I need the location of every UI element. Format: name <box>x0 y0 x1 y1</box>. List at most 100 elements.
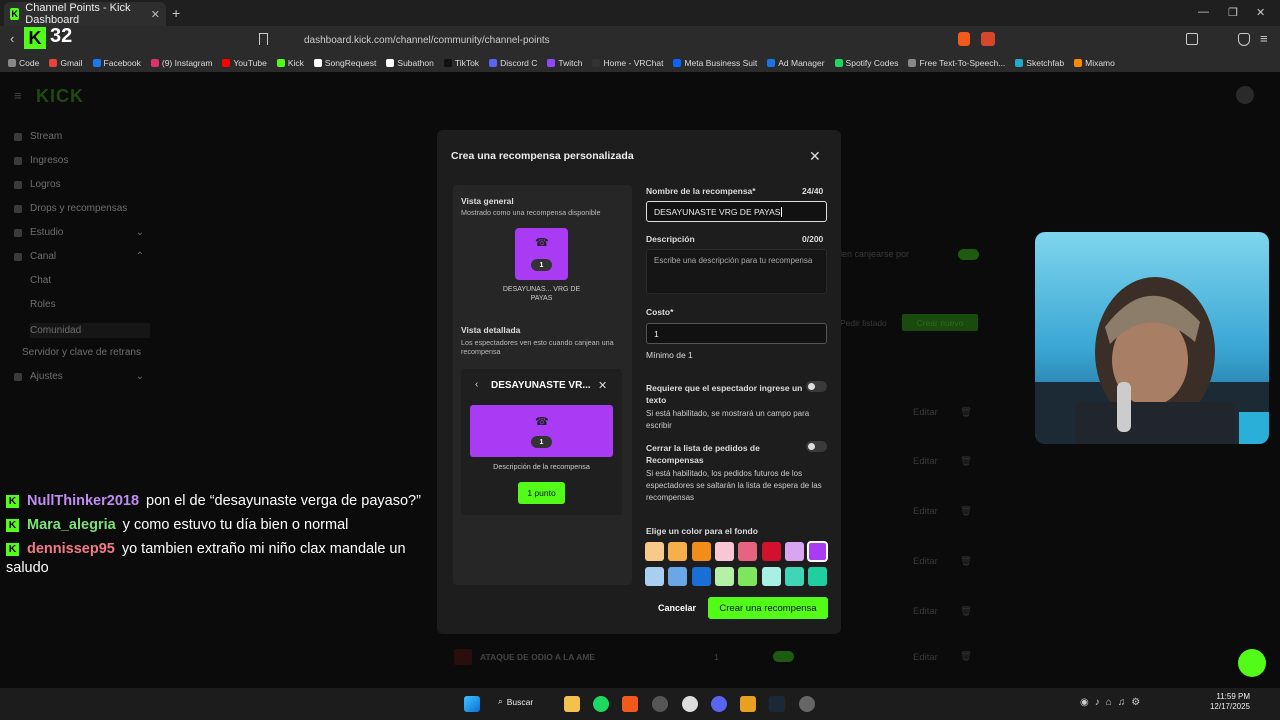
sidebar-item[interactable]: Servidor y clave de retrans <box>22 347 152 358</box>
description-textarea[interactable]: Escribe una descripción para tu recompen… <box>646 249 827 294</box>
sidebar-item[interactable]: Drops y recompensas <box>14 203 144 214</box>
color-swatch[interactable] <box>738 542 758 561</box>
color-swatch[interactable] <box>691 567 711 586</box>
sidebar-item[interactable]: Ingresos <box>14 155 144 166</box>
bookmark-item[interactable]: TikTok <box>443 58 479 68</box>
bookmark-item[interactable]: Meta Business Suit <box>673 58 757 68</box>
hamburger-icon[interactable]: ≡ <box>14 88 22 103</box>
color-swatch[interactable] <box>691 542 711 561</box>
edit-button[interactable]: Editar <box>913 652 938 663</box>
kick-extension-icon[interactable]: K <box>24 27 46 49</box>
edit-button[interactable]: Editar <box>913 556 938 567</box>
color-swatch[interactable] <box>645 567 664 586</box>
edit-button[interactable]: Editar <box>913 506 938 517</box>
windows-start-icon[interactable] <box>464 696 480 712</box>
settings-icon[interactable] <box>799 696 815 712</box>
bookmark-item[interactable]: Ad Manager <box>767 58 825 68</box>
close-icon[interactable]: ✕ <box>809 148 821 165</box>
discord-icon[interactable] <box>711 696 727 712</box>
edit-button[interactable]: Editar <box>913 606 938 617</box>
sidebar-item[interactable]: Comunidad <box>30 323 150 338</box>
obs-icon[interactable] <box>682 696 698 712</box>
file-explorer-icon[interactable] <box>564 696 580 712</box>
sidebar-item[interactable]: Estudio ⌄ <box>14 227 144 238</box>
bookmark-item[interactable]: Free Text-To-Speech... <box>908 58 1005 68</box>
trash-icon[interactable]: 🗑 <box>960 506 972 517</box>
brave-rewards-icon[interactable] <box>981 32 995 46</box>
new-tab-icon[interactable]: + <box>172 5 180 21</box>
bookmark-item[interactable]: Home - VRChat <box>592 58 663 68</box>
bookmark-item[interactable]: Code <box>8 58 39 68</box>
reward-toggle[interactable] <box>773 651 794 662</box>
sidebar-item[interactable]: Ajustes ⌄ <box>14 371 144 382</box>
color-swatch[interactable] <box>668 542 688 561</box>
close-list-toggle[interactable] <box>806 441 827 452</box>
cost-input[interactable]: 1 <box>646 323 827 344</box>
reward-name-input[interactable]: DESAYUNASTE VRG DE PAYAS <box>646 201 827 222</box>
edit-button[interactable]: Editar <box>913 456 938 467</box>
brave-icon[interactable] <box>622 696 638 712</box>
bookmark-item[interactable]: Sketchfab <box>1015 58 1064 68</box>
bookmark-item[interactable]: Gmail <box>49 58 83 68</box>
bookmark-item[interactable]: YouTube <box>222 58 267 68</box>
bookmark-item[interactable]: Kick <box>276 58 304 68</box>
color-swatch[interactable] <box>808 567 828 586</box>
color-swatch[interactable] <box>738 567 758 586</box>
create-new-button[interactable]: Crear nuevo <box>902 314 978 331</box>
require-text-toggle[interactable] <box>806 381 827 392</box>
trash-icon[interactable]: 🗑 <box>960 456 972 467</box>
support-chat-icon[interactable] <box>1238 649 1266 677</box>
request-list-button[interactable]: Pedir listado <box>840 318 887 328</box>
steam-icon[interactable] <box>769 696 785 712</box>
bookmark-item[interactable]: (9) Instagram <box>150 58 212 68</box>
restore-icon[interactable]: ❐ <box>1228 6 1238 19</box>
browser-tab[interactable]: K Channel Points - Kick Dashboard ✕ <box>4 2 166 26</box>
chevron-up-icon[interactable]: ⌃ <box>136 251 144 262</box>
color-swatch[interactable] <box>668 567 688 586</box>
sidebar-item[interactable]: Canal ⌃ <box>14 251 144 262</box>
minimize-icon[interactable]: — <box>1198 6 1209 18</box>
trash-icon[interactable]: 🗑 <box>960 556 972 567</box>
chevron-down-icon[interactable]: ⌄ <box>136 227 144 238</box>
taskbar-search[interactable]: ⌕ Buscar <box>498 696 533 707</box>
app-folder-icon[interactable] <box>740 696 756 712</box>
sidebar-item[interactable]: Stream <box>14 131 144 142</box>
bookmark-item[interactable]: Spotify Codes <box>834 58 898 68</box>
bookmark-item[interactable]: SongRequest <box>313 58 376 68</box>
color-swatch[interactable] <box>761 542 781 561</box>
url-field[interactable]: dashboard.kick.com/channel/community/cha… <box>280 30 1000 50</box>
spotify-icon[interactable] <box>593 696 609 712</box>
close-window-icon[interactable]: ✕ <box>1256 6 1265 19</box>
color-swatch[interactable] <box>784 567 804 586</box>
color-swatch[interactable] <box>714 567 734 586</box>
system-tray-icons[interactable]: ◉♪⌂♫⚙ <box>1080 697 1146 708</box>
trash-icon[interactable]: 🗑 <box>960 606 972 617</box>
sidebar-item[interactable]: Logros <box>14 179 144 190</box>
bookmark-item[interactable]: Subathon <box>386 58 434 68</box>
app-icon[interactable] <box>652 696 668 712</box>
back-icon[interactable]: ‹ <box>10 31 14 46</box>
sidebar-item[interactable]: Chat <box>30 275 160 286</box>
close-tab-icon[interactable]: ✕ <box>151 8 160 21</box>
bookmark-item[interactable]: Facebook <box>92 58 141 68</box>
menu-icon[interactable]: ≡ <box>1260 31 1268 46</box>
bookmark-icon[interactable] <box>259 33 268 45</box>
bookmark-item[interactable]: Discord C <box>489 58 537 68</box>
brave-shield-icon[interactable] <box>958 32 970 46</box>
color-swatch[interactable] <box>784 542 804 561</box>
trash-icon[interactable]: 🗑 <box>960 651 972 662</box>
color-swatch[interactable] <box>714 542 734 561</box>
color-swatch[interactable] <box>761 567 781 586</box>
edit-button[interactable]: Editar <box>913 407 938 418</box>
color-swatch[interactable] <box>645 542 664 561</box>
vpn-icon[interactable] <box>1238 33 1250 46</box>
clock[interactable]: 11:59 PM 12/17/2025 <box>1206 692 1250 712</box>
redeem-toggle[interactable] <box>958 249 979 260</box>
bookmark-item[interactable]: Mixamo <box>1074 58 1115 68</box>
extensions-icon[interactable] <box>1186 33 1198 45</box>
sidebar-item[interactable]: Roles <box>30 299 160 310</box>
avatar[interactable] <box>1236 86 1254 104</box>
bookmark-item[interactable]: Twitch <box>547 58 582 68</box>
trash-icon[interactable]: 🗑 <box>960 407 972 418</box>
chevron-down-icon[interactable]: ⌄ <box>136 371 144 382</box>
